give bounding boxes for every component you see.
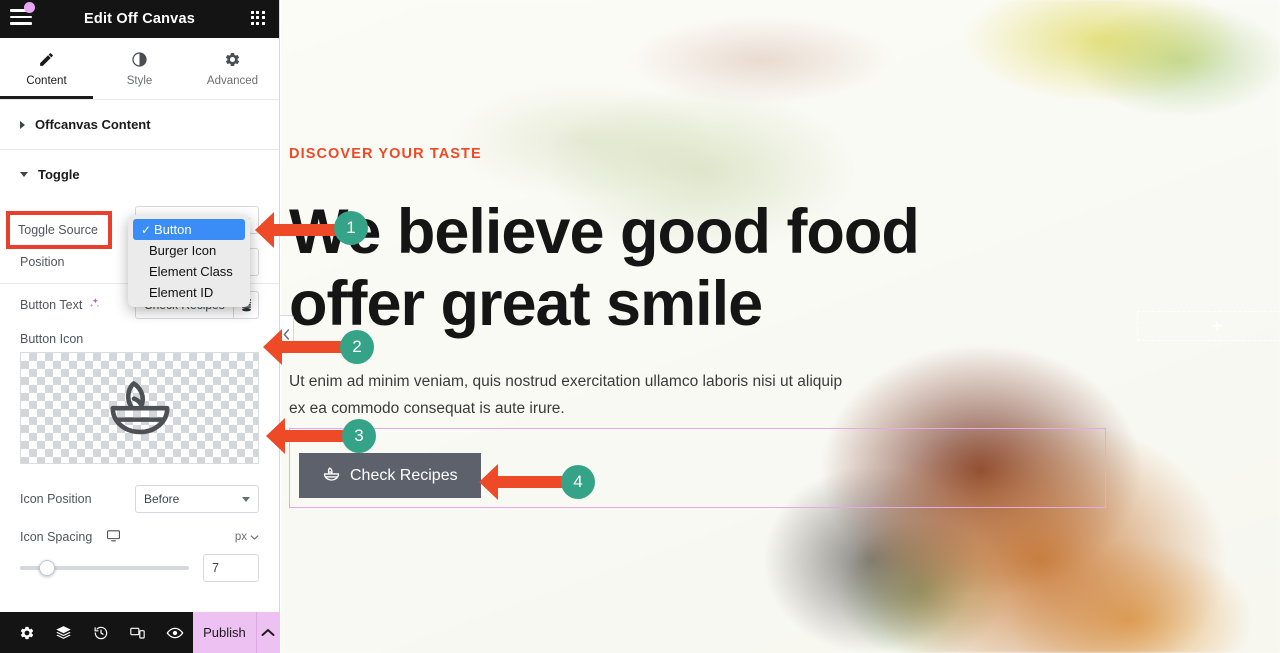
row-icon-spacing: Icon Spacing px — [20, 520, 259, 554]
row-icon-position: Icon Position Before — [20, 478, 259, 520]
icon-spacing-unit-text: px — [234, 531, 247, 543]
section-offcanvas-content-head[interactable]: Offcanvas Content — [20, 100, 259, 149]
dropdown-option-element-class-label: Element Class — [149, 264, 233, 279]
add-element-placeholder[interactable]: + — [1137, 311, 1280, 341]
button-icon-label: Button Icon — [20, 332, 84, 346]
tab-advanced-label: Advanced — [206, 74, 259, 87]
grid-apps-icon[interactable] — [251, 11, 267, 27]
navigator-layers-icon[interactable] — [45, 612, 82, 653]
notification-dot — [24, 2, 35, 13]
publish-button[interactable]: Publish — [193, 612, 256, 653]
tab-style-label: Style — [126, 74, 153, 87]
section-toggle-head[interactable]: Toggle — [20, 150, 259, 199]
panel-header: Edit Off Canvas — [0, 0, 279, 38]
button-icon-preview[interactable] — [20, 352, 259, 464]
dropdown-option-button-label: Button — [154, 222, 192, 237]
hero-headline: We believe good food offer great smile — [289, 197, 920, 339]
hero-paragraph: Ut enim ad minim veniam, quis nostrud ex… — [289, 373, 843, 417]
panel-title: Edit Off Canvas — [84, 11, 195, 27]
chevron-down-icon — [20, 172, 28, 177]
section-toggle[interactable]: Toggle — [0, 150, 279, 199]
chevron-right-icon — [20, 120, 25, 129]
tab-advanced[interactable]: Advanced — [186, 38, 279, 99]
panel-bottom-bar: Publish — [0, 612, 280, 653]
dropdown-option-element-id[interactable]: Element ID — [128, 282, 250, 303]
chevron-down-icon — [242, 497, 250, 502]
icon-spacing-label: Icon Spacing — [20, 528, 121, 546]
responsive-mode-icon[interactable] — [119, 612, 156, 653]
icon-position-label: Icon Position — [20, 492, 92, 506]
ai-sparkle-icon[interactable] — [88, 297, 101, 313]
icon-spacing-unit[interactable]: px — [235, 531, 259, 543]
plus-icon: + — [1211, 315, 1223, 337]
button-text-label: Button Text — [20, 297, 101, 313]
icon-position-select[interactable]: Before — [135, 485, 259, 513]
icon-spacing-slider[interactable] — [20, 560, 189, 576]
tab-style[interactable]: Style — [93, 38, 186, 99]
settings-gear-icon[interactable] — [8, 612, 45, 653]
icon-position-value: Before — [144, 492, 180, 506]
check-icon: ✓ — [141, 222, 152, 237]
dropdown-option-burger-icon-label: Burger Icon — [149, 243, 217, 258]
publish-options-chevron-up-icon[interactable] — [255, 612, 280, 653]
panel-collapse-handle[interactable] — [280, 315, 294, 353]
position-label: Position — [20, 255, 65, 269]
icon-spacing-label-text: Icon Spacing — [20, 530, 93, 544]
cta-label: Check Recipes — [350, 466, 458, 484]
bowl-with-leaf-icon — [102, 368, 178, 449]
button-icon-control: Button Icon — [20, 326, 259, 464]
section-offcanvas-content-label: Offcanvas Content — [35, 117, 151, 132]
history-revisions-icon[interactable] — [82, 612, 119, 653]
dropdown-option-button[interactable]: ✓ Button — [133, 219, 245, 240]
editor-settings-panel: Edit Off Canvas Content Style Advanced O… — [0, 0, 280, 653]
hero-eyebrow-text: DISCOVER YOUR TASTE — [289, 146, 482, 162]
icon-spacing-row: 7 — [20, 554, 259, 592]
icon-spacing-input[interactable]: 7 — [203, 554, 259, 582]
tab-content-label: Content — [26, 74, 67, 87]
canvas-cta-button[interactable]: Check Recipes — [299, 453, 481, 498]
preview-eye-icon[interactable] — [156, 612, 193, 653]
button-text-label-text: Button Text — [20, 298, 83, 312]
toggle-source-dropdown[interactable]: ✓ Button Burger Icon Element Class Eleme… — [128, 215, 250, 307]
toggle-source-label: Toggle Source — [6, 211, 112, 249]
dropdown-option-element-id-label: Element ID — [149, 285, 214, 300]
section-toggle-label: Toggle — [38, 167, 80, 182]
slider-knob[interactable] — [38, 560, 55, 576]
desktop-icon[interactable] — [106, 528, 121, 546]
panel-tabs: Content Style Advanced — [0, 38, 279, 100]
dropdown-option-element-class[interactable]: Element Class — [128, 261, 250, 282]
selected-element-outline: Check Recipes — [289, 428, 1106, 508]
dropdown-option-burger-icon[interactable]: Burger Icon — [128, 240, 250, 261]
elementor-editor: DISCOVER YOUR TASTE We believe good food… — [0, 0, 1280, 653]
hero-content: DISCOVER YOUR TASTE We believe good food… — [289, 0, 1280, 653]
editor-canvas[interactable]: DISCOVER YOUR TASTE We believe good food… — [281, 0, 1280, 653]
bowl-with-leaf-icon — [322, 464, 341, 488]
section-offcanvas-content[interactable]: Offcanvas Content — [0, 100, 279, 150]
tab-content[interactable]: Content — [0, 38, 93, 99]
